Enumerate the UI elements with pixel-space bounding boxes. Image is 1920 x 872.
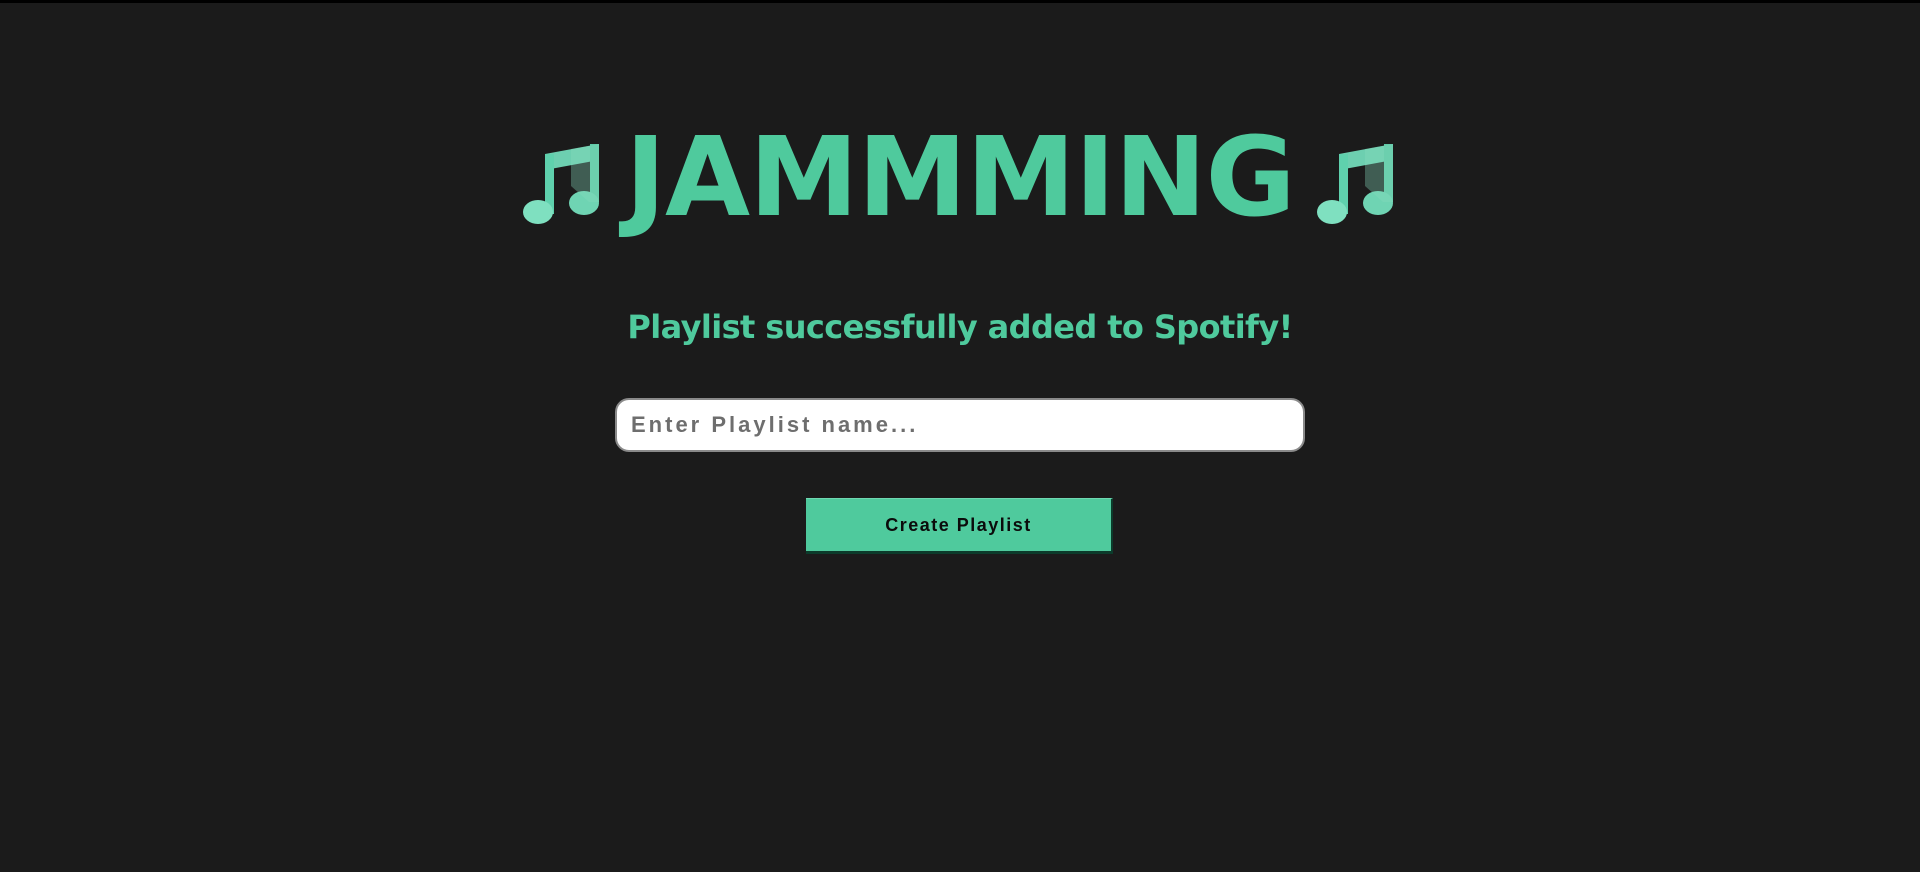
create-playlist-button[interactable]: Create Playlist [806, 498, 1113, 554]
success-message: Playlist successfully added to Spotify! [627, 308, 1293, 346]
app-title: JAMMMING [625, 113, 1296, 241]
playlist-name-input[interactable] [615, 398, 1305, 452]
music-note-icon [523, 140, 603, 224]
app-page: JAMMMING Playlist successfully added to … [0, 0, 1920, 872]
app-header: JAMMMING [0, 121, 1920, 233]
music-note-icon [1316, 140, 1397, 224]
